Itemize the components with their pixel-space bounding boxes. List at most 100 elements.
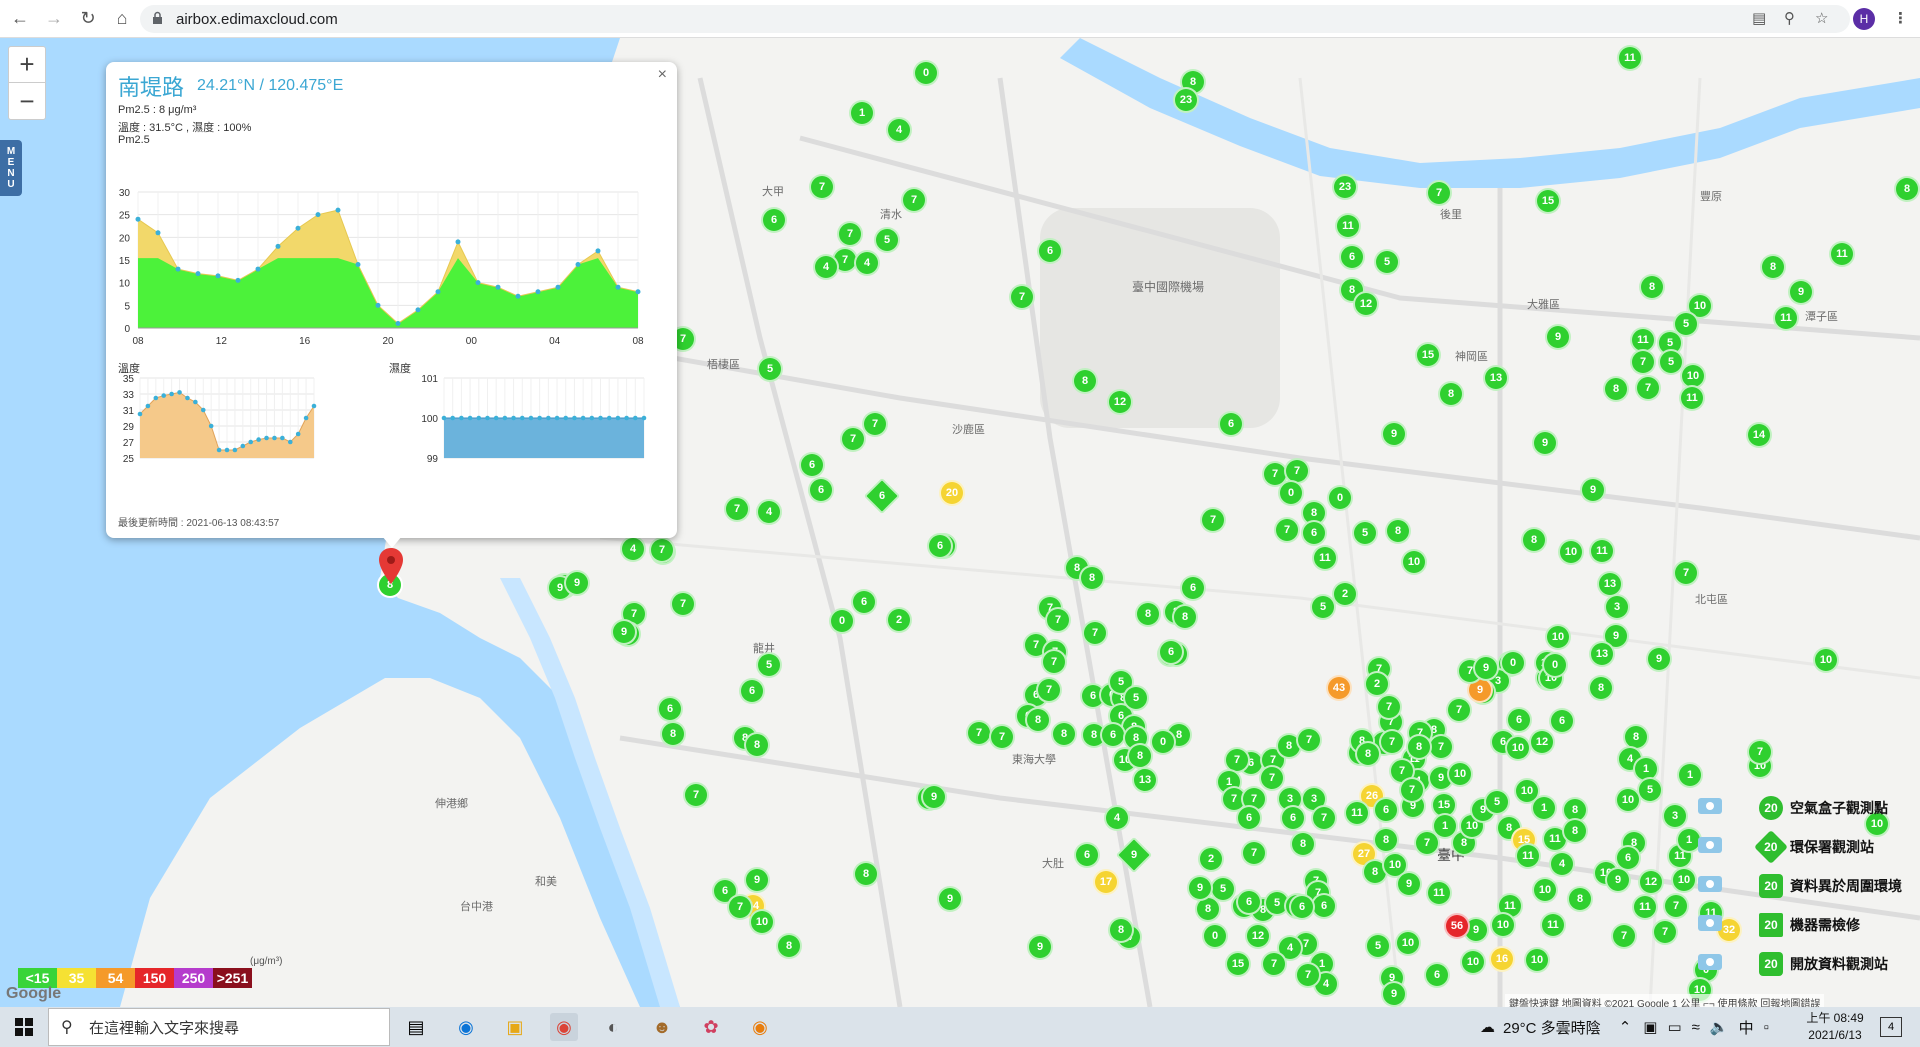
station-marker[interactable]: 6	[1289, 894, 1315, 920]
station-marker[interactable]: 11	[1312, 545, 1338, 571]
station-marker[interactable]: 4	[1549, 851, 1575, 877]
station-marker[interactable]: 7	[989, 724, 1015, 750]
station-marker[interactable]: 8	[1406, 734, 1432, 760]
station-marker[interactable]: 6	[1339, 244, 1365, 270]
station-marker[interactable]: 7	[1045, 607, 1071, 633]
station-marker[interactable]: 4	[854, 250, 880, 276]
station-marker[interactable]: 6	[1615, 845, 1641, 871]
station-marker[interactable]: 43	[1326, 675, 1352, 701]
reload-icon[interactable]: ↻	[74, 5, 102, 33]
station-marker[interactable]: 2	[886, 607, 912, 633]
station-marker[interactable]: 6	[1424, 962, 1450, 988]
station-marker[interactable]: 11	[1540, 912, 1566, 938]
station-marker[interactable]: 8	[776, 933, 802, 959]
clock[interactable]: 上午 08:49 2021/6/13	[1800, 1010, 1870, 1044]
station-marker[interactable]: 7	[1041, 649, 1067, 675]
zoom-out-button[interactable]: −	[9, 83, 45, 119]
station-marker[interactable]: 0	[1500, 650, 1526, 676]
translate-icon[interactable]: ▤	[1752, 9, 1766, 27]
station-marker[interactable]: 7	[1446, 697, 1472, 723]
station-marker[interactable]: 23	[1332, 174, 1358, 200]
station-marker[interactable]: 6	[1280, 805, 1306, 831]
station-marker[interactable]: 11	[1632, 894, 1658, 920]
station-marker[interactable]: 10	[1505, 735, 1531, 761]
station-marker[interactable]: 6	[1218, 411, 1244, 437]
station-marker[interactable]: 7	[1082, 620, 1108, 646]
station-marker[interactable]: 11	[1344, 800, 1370, 826]
station-marker[interactable]: 4	[756, 499, 782, 525]
station-marker[interactable]: 15	[1535, 188, 1561, 214]
station-marker[interactable]: 6	[761, 207, 787, 233]
forward-icon[interactable]: →	[40, 5, 68, 33]
station-marker[interactable]: 7	[1036, 677, 1062, 703]
station-marker[interactable]: 10	[1615, 787, 1641, 813]
station-marker[interactable]: 9	[1580, 477, 1606, 503]
station-marker[interactable]: 9	[1187, 875, 1213, 901]
station-marker[interactable]: 7	[724, 496, 750, 522]
station-marker[interactable]: 7	[1379, 729, 1405, 755]
station-marker[interactable]: 11	[1617, 45, 1643, 71]
station-marker[interactable]: 7	[1426, 180, 1452, 206]
station-marker[interactable]: 5	[756, 652, 782, 678]
station-marker[interactable]: 6	[1158, 639, 1184, 665]
station-marker[interactable]: 9	[1788, 279, 1814, 305]
station-marker[interactable]: 13	[1597, 571, 1623, 597]
station-marker[interactable]: 11	[1515, 843, 1541, 869]
station-marker[interactable]: 0	[913, 60, 939, 86]
battery-icon[interactable]: ▭	[1667, 1018, 1681, 1036]
station-marker[interactable]: 7	[1259, 765, 1285, 791]
station-marker[interactable]: 9	[1473, 655, 1499, 681]
volume-icon[interactable]: 🔈	[1710, 1018, 1729, 1036]
station-marker[interactable]: 6	[1549, 708, 1575, 734]
station-marker[interactable]: 7	[1747, 739, 1773, 765]
station-marker[interactable]: 6	[1074, 842, 1100, 868]
station-marker[interactable]: 17	[1093, 869, 1119, 895]
station-marker[interactable]: 7	[840, 426, 866, 452]
station-marker[interactable]: 11	[1773, 305, 1799, 331]
home-icon[interactable]: ⌂	[108, 5, 136, 33]
station-marker[interactable]: 8	[1639, 274, 1665, 300]
station-marker[interactable]: 6	[927, 533, 953, 559]
station-marker[interactable]: 16	[1489, 946, 1515, 972]
station-marker[interactable]: 8	[1127, 743, 1153, 769]
station-marker[interactable]: 6	[1037, 238, 1063, 264]
address-bar[interactable]: airbox.edimaxcloud.com	[140, 5, 1850, 33]
station-marker[interactable]: 7	[1399, 777, 1425, 803]
ime-indicator[interactable]: 中	[1739, 1017, 1754, 1038]
station-marker[interactable]: 12	[1638, 869, 1664, 895]
station-marker[interactable]: 9	[1532, 430, 1558, 456]
station-marker[interactable]: 4	[1104, 805, 1130, 831]
station-marker[interactable]: 9	[1381, 421, 1407, 447]
close-icon[interactable]: ×	[658, 66, 667, 84]
station-marker[interactable]: 5	[1310, 594, 1336, 620]
station-marker[interactable]: 11	[1679, 385, 1705, 411]
station-marker[interactable]: 9	[744, 867, 770, 893]
avatar[interactable]: H	[1853, 8, 1875, 30]
station-marker[interactable]: 8	[1760, 254, 1786, 280]
station-marker[interactable]: 11	[1426, 880, 1452, 906]
station-marker[interactable]: 6	[851, 589, 877, 615]
station-marker[interactable]: 10	[1813, 647, 1839, 673]
station-marker[interactable]: 8	[1290, 831, 1316, 857]
station-marker[interactable]: 5	[1374, 249, 1400, 275]
station-marker[interactable]: 7	[1376, 694, 1402, 720]
station-marker[interactable]: 13	[1589, 641, 1615, 667]
chevron-up-icon[interactable]: ⌃	[1619, 1018, 1632, 1036]
station-marker[interactable]: 8	[1521, 527, 1547, 553]
station-marker[interactable]: 8	[1567, 886, 1593, 912]
station-marker[interactable]: 6	[1236, 889, 1262, 915]
station-marker[interactable]: 9	[1396, 871, 1422, 897]
station-marker[interactable]: 12	[1107, 389, 1133, 415]
station-marker[interactable]: 1	[1677, 762, 1703, 788]
station-marker[interactable]: 9	[1545, 324, 1571, 350]
windows-start-icon[interactable]	[0, 1007, 48, 1047]
station-marker[interactable]: 7	[649, 537, 675, 563]
station-marker[interactable]: 10	[1490, 912, 1516, 938]
station-marker[interactable]: 9	[1381, 981, 1407, 1007]
station-marker[interactable]: 8	[1135, 601, 1161, 627]
station-marker[interactable]: 6	[1236, 805, 1262, 831]
station-marker[interactable]: 7	[809, 174, 835, 200]
station-marker[interactable]: 56	[1444, 913, 1470, 939]
station-marker[interactable]: 5	[757, 356, 783, 382]
station-marker[interactable]: 7	[1663, 893, 1689, 919]
